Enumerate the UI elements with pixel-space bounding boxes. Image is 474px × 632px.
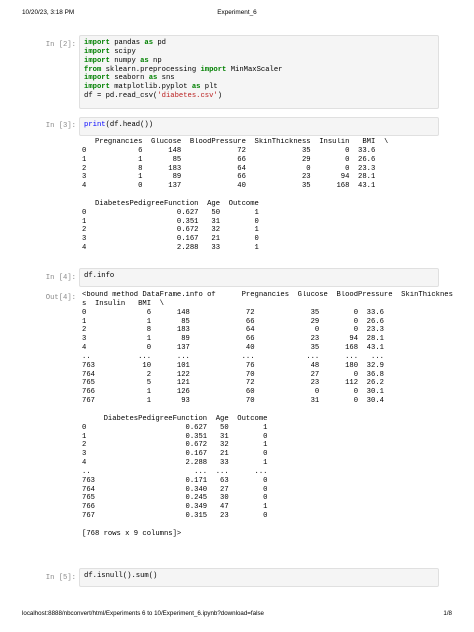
output-line: 763 10 101 76 48 180 32.9	[82, 361, 384, 370]
cell-3-input[interactable]: df.info	[79, 268, 439, 287]
cell-1-input[interactable]: import pandas as pd import scipy import nu…	[79, 35, 439, 109]
code-line: df = pd.read_csv('diabetes.csv')	[84, 92, 223, 101]
output-line: 0 6 148 72 35 0 33.6	[82, 146, 376, 155]
cell-4-input[interactable]: df.isnull().sum()	[79, 568, 439, 587]
output-line: 766 1 126 60 0 0 30.1	[82, 388, 384, 397]
cell-3-out-prompt: Out[4]:	[45, 294, 76, 302]
output-line: 767 0.315 23 0	[82, 512, 268, 521]
output-line: s Insulin BMI \	[82, 299, 164, 308]
code-line: print(df.head())	[84, 121, 154, 129]
cell-2-prompt: In [3]:	[45, 122, 76, 130]
output-line: DiabetesPedigreeFunction Age Outcome	[82, 414, 268, 423]
output-line: Pregnancies Glucose BloodPressure SkinTh…	[82, 138, 389, 146]
output-line: 0 0.627 50 1	[82, 208, 259, 217]
output-line: 3 0.167 21 0	[82, 450, 268, 459]
cell-1-prompt: In [2]:	[45, 41, 76, 49]
output-line: 4 2.288 33 1	[82, 244, 259, 253]
code-line: import numpy as np	[84, 56, 162, 65]
output-line: 1 0.351 31 0	[82, 217, 259, 226]
code-line: from sklearn.preprocessing import MinMax…	[84, 65, 283, 74]
page-number: 1/8	[443, 610, 452, 617]
output-line: 4 0 137 40 35 168 43.1	[82, 182, 376, 191]
code-line: df.info	[84, 272, 115, 280]
output-line: 4 2.288 33 1	[82, 459, 268, 468]
output-line: 3 1 89 66 23 94 28.1	[82, 173, 376, 182]
code-line: df.isnull().sum()	[84, 572, 158, 580]
output-line: 765 0.245 30 0	[82, 494, 268, 503]
output-line: 2 0.672 32 1	[82, 441, 268, 450]
output-line: 2 8 183 64 0 0 23.3	[82, 326, 384, 335]
cell-3-output: <bound method DataFrame.info of Pregnanc…	[82, 291, 457, 539]
output-line: 2 8 183 64 0 0 23.3	[82, 164, 376, 173]
code-line: import scipy	[84, 47, 136, 56]
output-line: 1 1 85 66 29 0 26.6	[82, 317, 384, 326]
print-title: Experiment_6	[217, 9, 257, 16]
print-url: localhost:8888/nbconvert/html/Experiment…	[22, 610, 264, 617]
output-line: 0 6 148 72 35 0 33.6	[82, 308, 384, 317]
cell-2-output: Pregnancies Glucose BloodPressure SkinTh…	[82, 138, 457, 253]
cell-4-prompt: In [5]:	[45, 574, 76, 582]
output-line: 1 0.351 31 0	[82, 432, 268, 441]
output-line: [768 rows x 9 columns]>	[82, 529, 182, 538]
output-line: 763 0.171 63 0	[82, 476, 268, 485]
output-line: 764 2 122 70 27 0 36.8	[82, 370, 384, 379]
output-line: 764 0.340 27 0	[82, 485, 268, 494]
output-line: 2 0.672 32 1	[82, 226, 259, 235]
code-line: import pandas as pd	[84, 39, 166, 47]
output-line: DiabetesPedigreeFunction Age Outcome	[82, 199, 259, 208]
code-line: import seaborn as sns	[84, 74, 175, 83]
output-line: 4 0 137 40 35 168 43.1	[82, 344, 384, 353]
cell-2-input[interactable]: print(df.head())	[79, 117, 439, 136]
code-line: import matplotlib.pyplot as plt	[84, 83, 218, 92]
output-line: .. ... ... ... ... ... ...	[82, 352, 384, 361]
output-line: 765 5 121 72 23 112 26.2	[82, 379, 384, 388]
output-line: 3 1 89 66 23 94 28.1	[82, 335, 384, 344]
output-line: 0 0.627 50 1	[82, 423, 268, 432]
output-line: 3 0.167 21 0	[82, 235, 259, 244]
output-line: <bound method DataFrame.info of Pregnanc…	[82, 291, 453, 299]
output-line: 1 1 85 66 29 0 26.6	[82, 155, 376, 164]
output-line: 767 1 93 70 31 0 30.4	[82, 397, 384, 406]
output-line: .. ... ... ...	[82, 467, 268, 476]
output-line: 766 0.349 47 1	[82, 503, 268, 512]
cell-3-prompt: In [4]:	[45, 274, 76, 282]
